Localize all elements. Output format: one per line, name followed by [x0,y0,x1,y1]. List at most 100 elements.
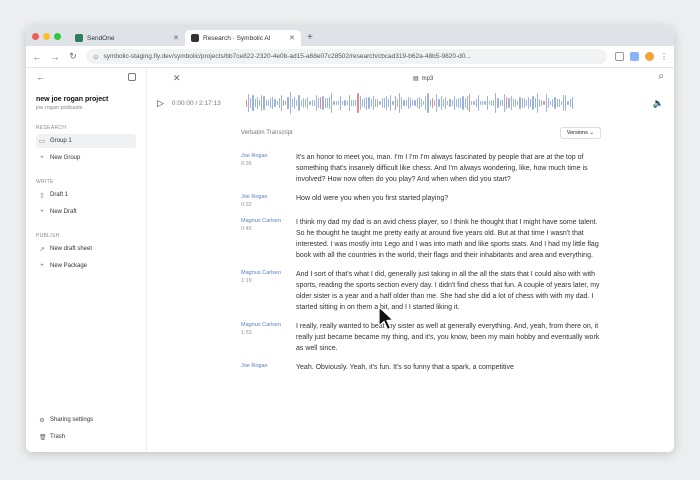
versions-dropdown[interactable]: Versions ⌄ [559,127,601,139]
waveform-bar [560,101,563,105]
speaker-label[interactable]: Magnus Carlsen 0:45 [241,217,296,261]
waveform-bar [453,95,455,111]
profile-avatar[interactable] [645,52,654,61]
waveform-bar [280,95,283,111]
waveform-bar [462,96,464,110]
player-header: ✕ ▤ mp3 ⌕ [147,68,674,90]
waveform-bar [510,96,512,110]
waveform-bar [536,92,539,114]
waveform-bar [543,101,545,105]
waveform-bar [300,99,302,107]
close-tab-icon[interactable]: ✕ [173,34,179,42]
transcript-heading: Verbatim Transcript [241,130,293,136]
waveform-bar [381,98,383,108]
waveform-bar [357,92,359,114]
speaker-label[interactable]: Joe Rogan [241,362,296,373]
sidebar-item-label: New Draft [50,209,77,215]
browser-window: SendOne ✕ Research · Symbolic AI ✕ + ← →… [26,26,674,452]
url-field[interactable]: ⊙ symbolic-staging.fly.dev/symbolic/proj… [86,49,607,64]
waveform-bar [569,99,571,107]
waveform-bar [278,97,280,109]
speaker-label[interactable]: Magnus Carlsen 1:53 [241,321,296,354]
waveform-bar [429,99,431,107]
waveform-bar [444,97,447,109]
sidebar-item-label: Sharing settings [50,417,94,423]
volume-icon[interactable]: 🔈 [653,98,664,109]
waveform-bar [530,98,532,108]
waveform-bar [355,100,357,106]
waveform-bar [484,101,486,105]
waveform-bar [407,96,409,110]
waveform-bar [283,100,285,106]
waveform-bar [479,101,482,105]
folder-icon: ▭ [39,138,45,145]
forward-icon[interactable]: → [50,52,60,62]
close-window-button[interactable] [32,32,39,40]
timestamp: 1:19 [241,278,252,284]
section-heading-research: RESEARCH [36,125,67,131]
reload-icon[interactable]: ↻ [68,51,78,62]
sidebar-item-new-draft[interactable]: + New Draft [36,205,136,219]
section-heading-publish: PUBLISH [36,233,60,239]
speaker-label[interactable]: Joe Rogan 0:32 [241,193,296,209]
close-icon[interactable]: ✕ [173,73,181,84]
waveform-bar [486,95,488,111]
minimize-window-button[interactable] [43,32,50,40]
bookmark-icon[interactable] [615,52,624,61]
transcript-entry: Magnus Carlsen 1:53 I really, really wante… [241,321,601,354]
waveform-bar [311,100,313,106]
timestamp: 0:32 [241,202,252,208]
site-info-icon[interactable]: ⊙ [93,53,98,61]
sidebar-item-new-group[interactable]: + New Group [36,151,136,165]
waveform-bar [265,100,267,106]
waveform-bar [399,93,401,113]
waveform-bar [333,100,335,106]
extension-icon[interactable] [630,52,639,61]
menu-icon[interactable]: ⋮ [660,52,668,61]
tab-sendone[interactable]: SendOne ✕ [69,30,185,46]
waveform-bar [488,100,490,106]
sidebar-item-draft-1[interactable]: ▯ Draft 1 [36,188,136,202]
waveform-bar [245,99,248,107]
waveform[interactable] [245,91,645,115]
waveform-bar [322,95,324,111]
sidebar-item-group-1[interactable]: ▭ Group 1 [36,134,136,148]
browser-actions: ⋮ [615,52,668,61]
waveform-bar [394,96,396,110]
waveform-bar [525,100,528,106]
waveform-bar [335,101,337,105]
playback-time: 0:00:00 / 2:17:13 [171,99,221,107]
waveform-bar [563,95,565,111]
tab-research[interactable]: Research · Symbolic AI ✕ [185,30,301,46]
sidebar-item-sharing-settings[interactable]: ⚙ Sharing settings [36,413,96,427]
sidebar-item-label: New Group [50,155,81,161]
waveform-bar [497,98,499,108]
maximize-window-button[interactable] [54,32,61,40]
waveform-bar [541,99,543,107]
transcript-text: Yeah. Obviously. Yeah, it's fun. It's so… [296,364,514,371]
back-arrow-icon[interactable]: ← [36,72,45,82]
waveform-bar [438,99,440,107]
waveform-bar [549,101,552,105]
waveform-bar [425,95,427,111]
waveform-bar [554,97,556,109]
search-icon[interactable]: ⌕ [658,71,664,82]
close-tab-icon[interactable]: ✕ [289,34,295,42]
waveform-bar [401,96,403,110]
back-icon[interactable]: ← [32,52,42,62]
speaker-label[interactable]: Magnus Carlsen 1:19 [241,269,296,313]
waveform-bar [274,98,276,108]
play-button[interactable]: ▷ [157,98,164,109]
sidebar-item-new-draft-sheet[interactable]: ↗ New draft sheet [36,242,136,256]
speaker-label[interactable]: Joe Rogan 0:36 [241,152,296,185]
transcript-header: Verbatim Transcript Versions ⌄ [241,126,601,140]
waveform-bar [539,98,541,108]
sidebar-item-new-package[interactable]: + New Package [36,259,136,273]
toggle-sidebar-icon[interactable] [128,73,136,81]
waveform-bar [344,100,346,106]
waveform-bar [263,95,265,111]
address-bar: ← → ↻ ⊙ symbolic-staging.fly.dev/symboli… [26,46,674,68]
waveform-bar [440,96,442,110]
sidebar-item-trash[interactable]: 🗑 Trash [36,430,96,444]
new-tab-button[interactable]: + [301,30,319,46]
